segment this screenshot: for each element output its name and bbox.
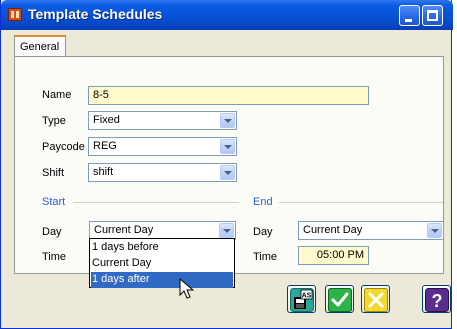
dropdown-option[interactable]: Current Day xyxy=(91,256,233,272)
end-day-label: Day xyxy=(253,226,273,238)
start-divider xyxy=(73,202,239,203)
type-select[interactable]: Fixed xyxy=(88,111,237,130)
mouse-cursor-icon xyxy=(179,278,195,299)
end-time-label: Time xyxy=(253,251,278,263)
chevron-down-icon[interactable] xyxy=(220,165,235,180)
dropdown-option-highlighted[interactable]: 1 days after xyxy=(91,272,233,288)
chevron-down-icon[interactable] xyxy=(220,113,235,128)
cancel-button[interactable] xyxy=(361,285,390,313)
dropdown-option[interactable]: 1 days before xyxy=(91,240,233,256)
tab-general[interactable]: General xyxy=(14,35,66,57)
chevron-down-icon[interactable] xyxy=(219,223,234,238)
end-day-value: Current Day xyxy=(303,224,363,236)
start-day-label: Day xyxy=(42,226,62,238)
start-day-value: Current Day xyxy=(94,224,154,236)
maximize-icon xyxy=(427,10,438,21)
name-value: 8-5 xyxy=(93,89,109,101)
checkmark-icon xyxy=(328,288,352,312)
end-time-value: 05:00 PM xyxy=(316,249,364,261)
help-button[interactable]: ? xyxy=(422,285,451,313)
paycode-value: REG xyxy=(93,140,117,152)
save-as-button[interactable]: AS xyxy=(287,285,316,313)
end-section-title: End xyxy=(253,196,273,208)
name-label: Name xyxy=(42,89,72,101)
maximize-button[interactable] xyxy=(422,5,443,26)
end-day-select[interactable]: Current Day xyxy=(298,221,444,240)
chevron-down-icon[interactable] xyxy=(427,223,442,238)
template-schedules-window: Template Schedules General Name 8-5 Type… xyxy=(0,0,453,329)
paycode-label: Paycode xyxy=(42,141,85,153)
end-time-field[interactable]: 05:00 PM xyxy=(298,246,369,265)
save-as-icon-text: AS xyxy=(302,293,312,300)
help-icon-text: ? xyxy=(432,291,443,311)
start-section-title: Start xyxy=(42,196,66,208)
help-icon: ? xyxy=(425,288,449,312)
shift-value: shift xyxy=(93,166,114,178)
type-label: Type xyxy=(42,115,66,127)
window-title: Template Schedules xyxy=(28,6,163,22)
paycode-select[interactable]: REG xyxy=(88,137,237,156)
cancel-x-icon xyxy=(364,288,388,312)
start-time-label: Time xyxy=(42,251,67,263)
title-bar[interactable]: Template Schedules xyxy=(1,0,453,30)
type-value: Fixed xyxy=(93,114,120,126)
name-field[interactable]: 8-5 xyxy=(88,86,369,105)
start-day-dropdown-list: 1 days before Current Day 1 days after xyxy=(89,238,235,288)
save-as-icon: AS xyxy=(290,288,314,312)
end-divider xyxy=(279,202,443,203)
shift-select[interactable]: shift xyxy=(88,163,237,182)
shift-label: Shift xyxy=(42,167,65,179)
ok-button[interactable] xyxy=(325,285,354,313)
chevron-down-icon[interactable] xyxy=(220,139,235,154)
minimize-icon xyxy=(405,19,412,22)
calendar-app-icon xyxy=(8,8,22,21)
minimize-button[interactable] xyxy=(399,5,420,26)
